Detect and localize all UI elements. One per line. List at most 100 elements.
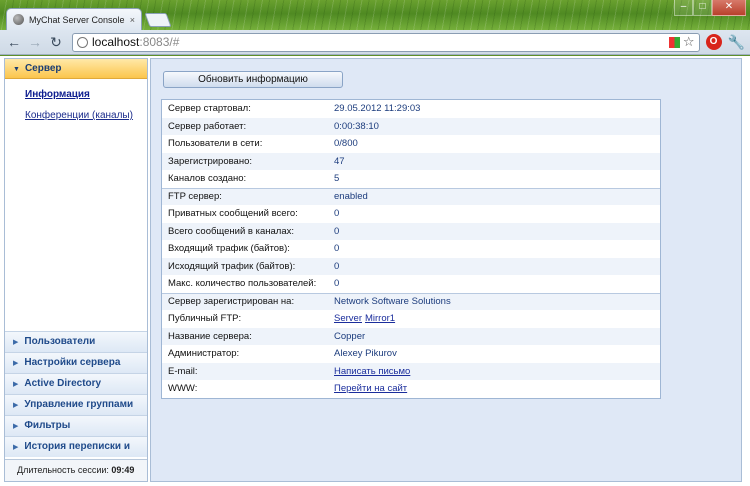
table-row: Сервер стартовал: 29.05.2012 11:29:03 [162, 100, 660, 118]
table-row: Входящий трафик (байтов): 0 [162, 240, 660, 258]
section-label: Управление группами [24, 399, 134, 410]
reload-icon[interactable]: ↻ [47, 33, 65, 51]
table-row: Сервер зарегистрирован на: Network Softwa… [162, 292, 660, 310]
row-value: Написать письмо [334, 366, 413, 377]
section-label: Настройки сервера [24, 357, 121, 368]
table-row: Приватных сообщений всего: 0 [162, 205, 660, 223]
row-label: Зарегистрировано: [168, 155, 253, 167]
row-value: Alexey Pikurov [334, 348, 397, 360]
section-filters[interactable]: ▶ Фильтры [5, 415, 147, 436]
favicon-icon [13, 14, 24, 25]
row-value: Network Software Solutions [334, 296, 451, 308]
section-server-header[interactable]: ▼ Сервер [5, 59, 147, 79]
main-panel: Обновить информацию Сервер стартовал: 29.… [150, 58, 742, 482]
table-row: Администратор: Alexey Pikurov [162, 345, 660, 363]
row-value: Перейти на сайт [334, 383, 410, 394]
table-row: Всего сообщений в каналах: 0 [162, 222, 660, 240]
section-users[interactable]: ▶ Пользователи [5, 331, 147, 352]
maximize-icon[interactable]: □ [693, 0, 712, 16]
table-row: FTP сервер: enabled [162, 187, 660, 205]
link-conferences[interactable]: Конференции (каналы) [5, 110, 147, 121]
link-info[interactable]: Информация [5, 89, 147, 100]
row-value: 0 [334, 260, 340, 272]
table-row: WWW: Перейти на сайт [162, 380, 660, 398]
section-groups[interactable]: ▶ Управление группами [5, 394, 147, 415]
tab-close-icon[interactable]: × [130, 15, 135, 25]
row-label: Каналов создано: [168, 173, 247, 185]
row-label: Публичный FTP: [168, 313, 242, 325]
row-value: 0 [334, 208, 340, 220]
table-row: Зарегистрировано: 47 [162, 152, 660, 170]
chevron-right-icon: ▶ [13, 423, 19, 430]
section-label: Active Directory [24, 378, 102, 389]
forward-icon[interactable]: → [26, 33, 44, 51]
chevron-right-icon: ▶ [13, 381, 19, 388]
row-value: 0 [334, 225, 340, 237]
row-link[interactable]: Написать письмо [334, 366, 410, 377]
row-label: Приватных сообщений всего: [168, 208, 298, 220]
row-value: 0:00:38:10 [334, 120, 379, 132]
row-link[interactable]: Перейти на сайт [334, 383, 407, 394]
table-row: Каналов создано: 5 [162, 170, 660, 188]
row-label: Администратор: [168, 348, 240, 360]
scrollbar[interactable] [742, 56, 750, 486]
server-info-table: Сервер стартовал: 29.05.2012 11:29:03 Серв… [161, 99, 661, 399]
table-row: Пользователи в сети: 0/800 [162, 135, 660, 153]
session-label: Длительность сессии: [17, 465, 109, 475]
row-value: Copper [334, 330, 366, 342]
bookmark-star-icon[interactable]: ☆ [683, 34, 695, 50]
row-value: 0 [334, 278, 340, 290]
row-value: 29.05.2012 11:29:03 [334, 103, 421, 115]
table-row: Публичный FTP: Server Mirror1 [162, 310, 660, 328]
row-value: 0 [334, 243, 340, 255]
row-label: Название сервера: [168, 330, 252, 342]
row-value: Server Mirror1 [334, 313, 398, 324]
url-path: :8083/# [139, 35, 180, 49]
url-host: localhost [92, 35, 140, 49]
page-icon [77, 36, 88, 48]
section-label: Сервер [24, 63, 62, 74]
row-label: Исходящий трафик (байтов): [168, 260, 296, 272]
title-bar: MyChat Server Console × – □ ✕ [0, 0, 750, 30]
chevron-right-icon: ▶ [13, 402, 19, 409]
section-history-logs[interactable]: ▶История переписки и логи [5, 436, 147, 473]
chevron-down-icon: ▼ [13, 66, 20, 73]
chevron-right-icon: ▶ [13, 444, 19, 451]
new-tab-button[interactable] [144, 13, 172, 27]
section-active-directory[interactable]: ▶ Active Directory [5, 373, 147, 394]
section-label: Пользователи [24, 336, 96, 347]
minimize-icon[interactable]: – [674, 0, 693, 16]
row-link[interactable]: Server [334, 313, 362, 324]
table-row: Название сервера: Copper [162, 327, 660, 345]
wrench-icon[interactable]: 🔧 [728, 34, 745, 51]
session-duration: Длительность сессии: 09:49 [5, 459, 147, 481]
row-label: WWW: [168, 383, 198, 395]
table-row: Исходящий трафик (байтов): 0 [162, 257, 660, 275]
row-label: Пользователи в сети: [168, 138, 263, 150]
refresh-info-button[interactable]: Обновить информацию [163, 71, 343, 88]
row-value: enabled [334, 191, 368, 203]
close-window-icon[interactable]: ✕ [712, 0, 746, 16]
row-value: 5 [334, 173, 340, 185]
row-label: Входящий трафик (байтов): [168, 243, 290, 255]
address-bar[interactable]: localhost :8083/# ☆ [72, 32, 700, 52]
browser-tab[interactable]: MyChat Server Console × [6, 8, 142, 30]
row-label: Сервер стартовал: [168, 103, 251, 115]
table-row: Макс. количество пользователей: 0 [162, 275, 660, 293]
chevron-right-icon: ▶ [13, 360, 19, 367]
translate-flag-icon[interactable] [668, 36, 680, 48]
row-label: Сервер зарегистрирован на: [168, 296, 295, 308]
back-icon[interactable]: ← [5, 33, 23, 51]
section-server-settings[interactable]: ▶ Настройки сервера [5, 352, 147, 373]
table-row: E-mail: Написать письмо [162, 362, 660, 380]
row-value: 0/800 [334, 138, 358, 150]
sidebar: ▼ Сервер Информация Конференции (каналы) … [4, 58, 148, 482]
row-label: E-mail: [168, 365, 198, 377]
session-value: 09:49 [111, 465, 135, 475]
row-label: Всего сообщений в каналах: [168, 225, 294, 237]
page-content: ▼ Сервер Информация Конференции (каналы) … [0, 56, 750, 486]
row-label: FTP сервер: [168, 191, 222, 203]
row-link[interactable]: Mirror1 [365, 313, 395, 324]
extension-icon[interactable]: O [705, 34, 722, 50]
row-label: Макс. количество пользователей: [168, 278, 317, 290]
